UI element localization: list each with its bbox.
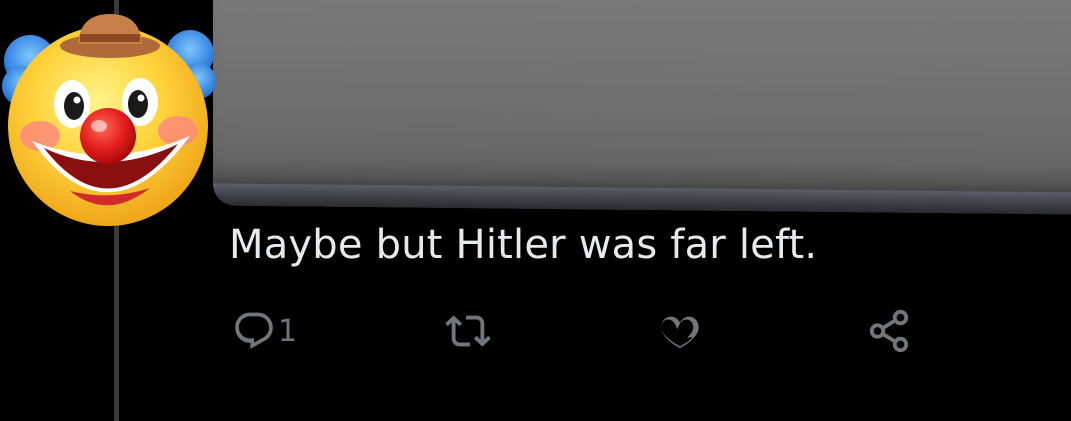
like-button[interactable] [656, 306, 704, 356]
reply-count: 1 [278, 313, 298, 349]
post-text: Maybe but Hitler was far left. [229, 222, 818, 268]
reply-icon [235, 312, 273, 349]
share-icon [869, 309, 909, 353]
attached-media-card[interactable] [213, 0, 1071, 215]
heart-icon [661, 316, 699, 349]
reply-button[interactable]: 1 [232, 306, 297, 356]
reply-post: Maybe but Hitler was far left. 1 [0, 0, 1071, 421]
share-button[interactable] [866, 306, 912, 356]
avatar[interactable] [0, 6, 216, 231]
repost-button[interactable] [441, 306, 495, 356]
repost-icon [445, 315, 491, 347]
clown-face-icon [2, 14, 216, 226]
